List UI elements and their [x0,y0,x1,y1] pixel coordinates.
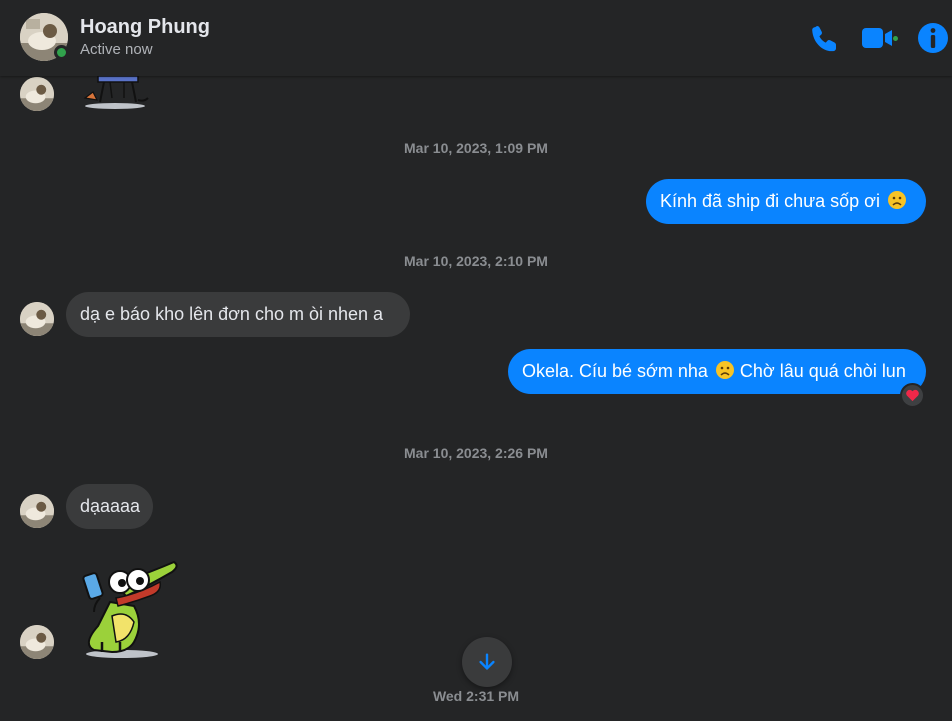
contact-name[interactable]: Hoang Phung [80,16,210,39]
message-thread[interactable]: Mar 10, 2023, 1:09 PM Kính đã ship đi ch… [0,75,952,721]
message-text: Kính đã ship đi chưa sốp ơi [660,191,880,211]
outgoing-message-bubble[interactable]: Okela. Cíu bé sớm nha Chờ lâu quá chòi l… [508,349,926,394]
conversation-header: Hoang Phung Active now [0,0,952,76]
message-timestamp: Wed 2:31 PM [432,688,520,704]
sad-face-emoji [887,182,907,209]
message-text: dạ e báo kho lên đơn cho m òi nhen a [80,304,384,324]
conversation-info-button[interactable] [915,20,951,56]
outgoing-message-bubble[interactable]: Kính đã ship đi chưa sốp ơi [646,179,926,224]
heart-reaction[interactable] [900,383,925,408]
contact-status: Active now [80,41,153,58]
heart-icon [906,389,919,402]
contact-avatar[interactable] [20,77,54,111]
sad-face-emoji [715,352,735,379]
contact-avatar[interactable] [20,302,54,336]
video-call-button[interactable] [859,20,895,56]
online-status-dot [54,45,69,60]
message-text-continued: Chờ lâu quá chòi lun [739,361,906,381]
incoming-message-bubble[interactable]: dạ e báo kho lên đơn cho m òi nhen a [66,292,410,337]
contact-avatar[interactable] [20,494,54,528]
arrow-down-icon [479,653,495,670]
message-timestamp: Mar 10, 2023, 1:09 PM [404,140,548,156]
scroll-to-bottom-button[interactable] [462,637,512,687]
message-timestamp: Mar 10, 2023, 2:26 PM [404,445,548,461]
info-icon [918,23,948,53]
video-camera-icon [862,28,892,48]
phone-icon [812,26,836,52]
incoming-message-bubble[interactable]: dạaaaa [66,484,153,529]
crocodile-phone-sticker[interactable] [72,554,182,660]
table-sticker[interactable] [80,75,150,110]
message-text: Okela. Cíu bé sớm nha [522,361,708,381]
message-text: dạaaaa [80,496,141,516]
video-active-dot [893,36,898,41]
audio-call-button[interactable] [806,20,842,56]
message-timestamp: Mar 10, 2023, 2:10 PM [404,253,548,269]
contact-avatar[interactable] [20,625,54,659]
